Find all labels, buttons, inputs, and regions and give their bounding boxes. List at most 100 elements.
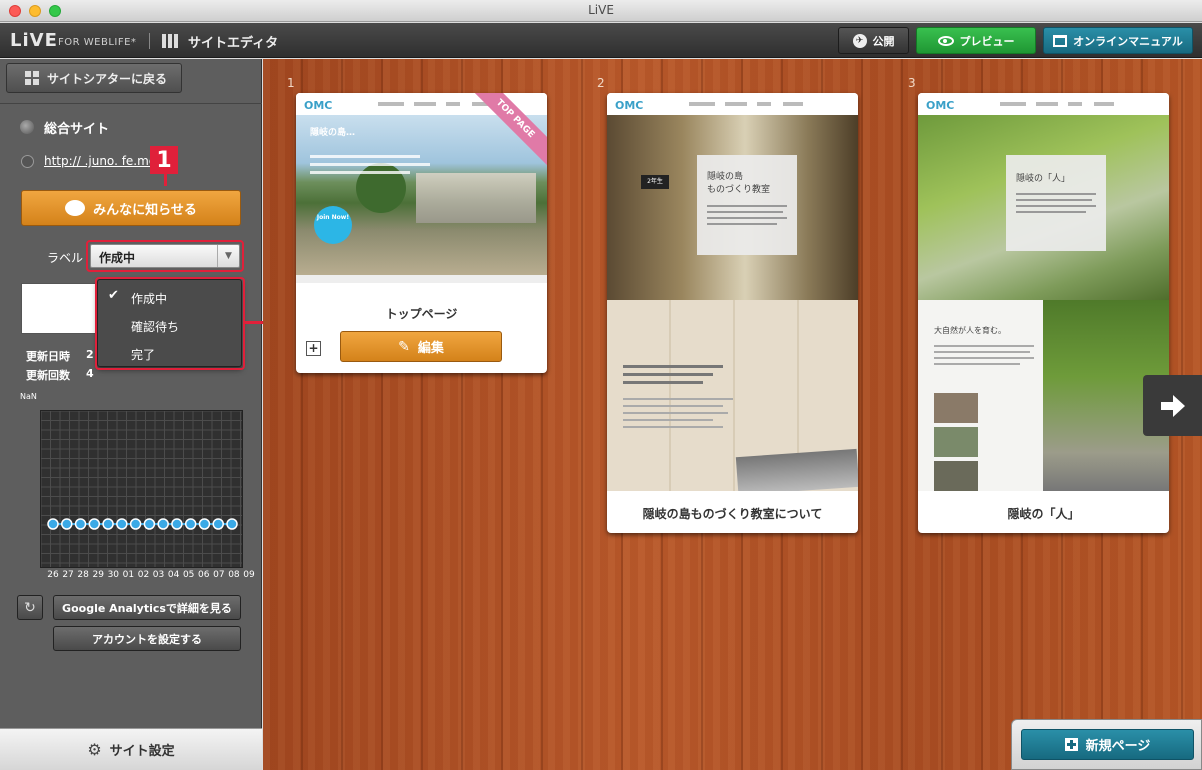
thumb-heading: 隠岐の「人」	[1016, 174, 1071, 184]
thumb-logo: OMC	[615, 99, 644, 112]
chart-x-tick: 28	[77, 570, 89, 580]
notify-everyone-button[interactable]: みんなに知らせる	[21, 190, 241, 226]
page-number: 2	[597, 76, 605, 90]
online-manual-button[interactable]: オンラインマニュアル	[1043, 27, 1193, 54]
update-count-label: 更新回数	[26, 369, 70, 382]
thumb-heading: 隠岐の島 ものづくり教室	[707, 172, 771, 195]
globe-icon	[21, 155, 34, 168]
publish-button[interactable]: ✈ 公開	[838, 27, 909, 54]
publish-label: 公開	[872, 34, 895, 48]
page-card-top[interactable]: OMC 隠岐の島… Join Now! TOP PAGE トップページ + ✎	[296, 93, 547, 373]
notify-label: みんなに知らせる	[93, 202, 197, 218]
gear-icon: ⚙	[87, 740, 102, 759]
page-canvas: 1 2 3 OMC 隠岐の島… Join Now! TOP PAGE トップペー…	[263, 59, 1202, 770]
refresh-button[interactable]: ↻	[17, 595, 43, 620]
chart-point	[116, 518, 128, 530]
callout-1-badge: 1	[150, 146, 178, 174]
toolbar-separator	[149, 33, 150, 49]
page-thumbnail[interactable]: OMC 隠岐の島… Join Now! TOP PAGE	[296, 93, 547, 283]
thumb-subheading: 大自然が人を育む。	[934, 326, 1006, 335]
speech-bubble-icon	[65, 200, 86, 216]
chart-x-tick: 01	[122, 570, 135, 580]
chart-x-tick: 02	[137, 570, 150, 580]
chart-x-tick: 07	[213, 570, 225, 580]
refresh-icon: ↻	[24, 599, 36, 616]
page-number: 1	[287, 76, 295, 90]
updated-at-value: 2	[86, 348, 94, 361]
chart-point	[129, 518, 142, 530]
edit-label: 編集	[417, 341, 444, 356]
google-analytics-button[interactable]: Google Analyticsで詳細を見る	[53, 595, 241, 620]
arrow-right-icon	[1160, 394, 1185, 417]
chart-nan-label: NaN	[20, 392, 37, 401]
editor-title: サイトエディタ	[188, 36, 279, 51]
updated-at-label: 更新日時	[26, 350, 70, 363]
chart-x-tick: 30	[107, 570, 120, 580]
chart-x-tick: 04	[167, 570, 180, 580]
page-title: 隠岐の「人」	[1007, 507, 1080, 521]
site-settings-button[interactable]: ⚙ サイト設定	[0, 728, 262, 770]
preview-label: プレビュー	[959, 34, 1015, 48]
manual-label: オンラインマニュアル	[1073, 34, 1183, 48]
chart-x-tick: 27	[62, 570, 74, 580]
chart-point	[74, 518, 87, 530]
chart-point	[184, 518, 197, 530]
add-icon[interactable]: +	[306, 341, 321, 356]
plus-icon	[1064, 738, 1078, 751]
page-card-people[interactable]: OMC 隠岐の「人」 大自然が人を育む。 隠岐の「人」	[918, 93, 1169, 533]
new-page-panel: 新規ページ	[1011, 719, 1202, 770]
sidebar-divider	[0, 103, 262, 104]
preview-button[interactable]: プレビュー	[916, 27, 1036, 54]
back-label: サイトシアターに戻る	[47, 71, 168, 86]
book-icon	[1053, 34, 1068, 47]
chart-x-tick: 06	[198, 570, 210, 580]
edit-icon: ✎	[398, 338, 410, 355]
new-page-label: 新規ページ	[1085, 739, 1151, 754]
editor-columns-icon	[162, 34, 180, 48]
back-to-site-theater-button[interactable]: サイトシアターに戻る	[6, 63, 182, 93]
page-title: トップページ	[385, 307, 458, 321]
highlight-box-select	[86, 240, 244, 272]
edit-page-button[interactable]: ✎ 編集	[340, 331, 502, 362]
publish-icon: ✈	[852, 33, 867, 48]
chart-point	[212, 518, 224, 530]
thumb-sign: 2年生	[641, 175, 669, 189]
app-logo: LiVE	[10, 30, 58, 51]
chart-x-tick: 09	[243, 570, 255, 580]
highlight-box-dropdown	[95, 277, 245, 370]
join-now-badge: Join Now!	[314, 206, 352, 244]
account-settings-button[interactable]: アカウントを設定する	[53, 626, 241, 651]
new-page-button[interactable]: 新規ページ	[1021, 729, 1194, 760]
thumb-heading: 隠岐の島…	[310, 128, 356, 138]
update-count-value: 4	[86, 367, 94, 380]
next-pages-button[interactable]	[1143, 375, 1202, 436]
chart-point	[61, 518, 73, 530]
site-settings-label: サイト設定	[109, 744, 175, 759]
page-title: 隠岐の島ものづくり教室について	[642, 507, 823, 521]
chart-x-tick: 29	[92, 570, 104, 580]
page-thumbnail[interactable]: OMC 2年生 隠岐の島 ものづくり教室	[607, 93, 858, 491]
site-name: 総合サイト	[44, 122, 110, 137]
title-bar: LiVE	[0, 0, 1202, 22]
chart-point	[47, 518, 59, 530]
eye-icon	[937, 35, 954, 46]
chart-point	[88, 518, 101, 530]
chart-point	[102, 518, 114, 530]
chart-x-tick: 05	[182, 570, 195, 580]
page-thumbnail[interactable]: OMC 隠岐の「人」 大自然が人を育む。	[918, 93, 1169, 491]
access-chart	[40, 410, 243, 568]
page-card-school[interactable]: OMC 2年生 隠岐の島 ものづくり教室 隠岐の島ものづくり教室について	[607, 93, 858, 533]
thumb-logo: OMC	[926, 99, 955, 112]
chart-point	[171, 518, 183, 530]
window-title: LiVE	[588, 3, 614, 17]
chart-x-tick: 03	[152, 570, 165, 580]
chart-x-tick: 26	[47, 570, 59, 580]
sidebar: サイトシアターに戻る 総合サイト http:// .juno. fe.me/ み…	[0, 59, 262, 770]
site-status-icon	[20, 120, 34, 134]
thumb-logo: OMC	[304, 99, 333, 112]
site-url-link[interactable]: http:// .juno. fe.me/	[44, 154, 160, 168]
chart-point	[198, 518, 211, 530]
app-window: LiVE LiVE FOR WEBLIFE* サイトエディタ ✈ 公開 プレビュ…	[0, 0, 1202, 770]
app-logo-sub: FOR WEBLIFE*	[58, 37, 137, 48]
chart-x-axis: 26 27 28 29 30 01 02 03 04 05 06 07 08 09	[44, 570, 254, 582]
